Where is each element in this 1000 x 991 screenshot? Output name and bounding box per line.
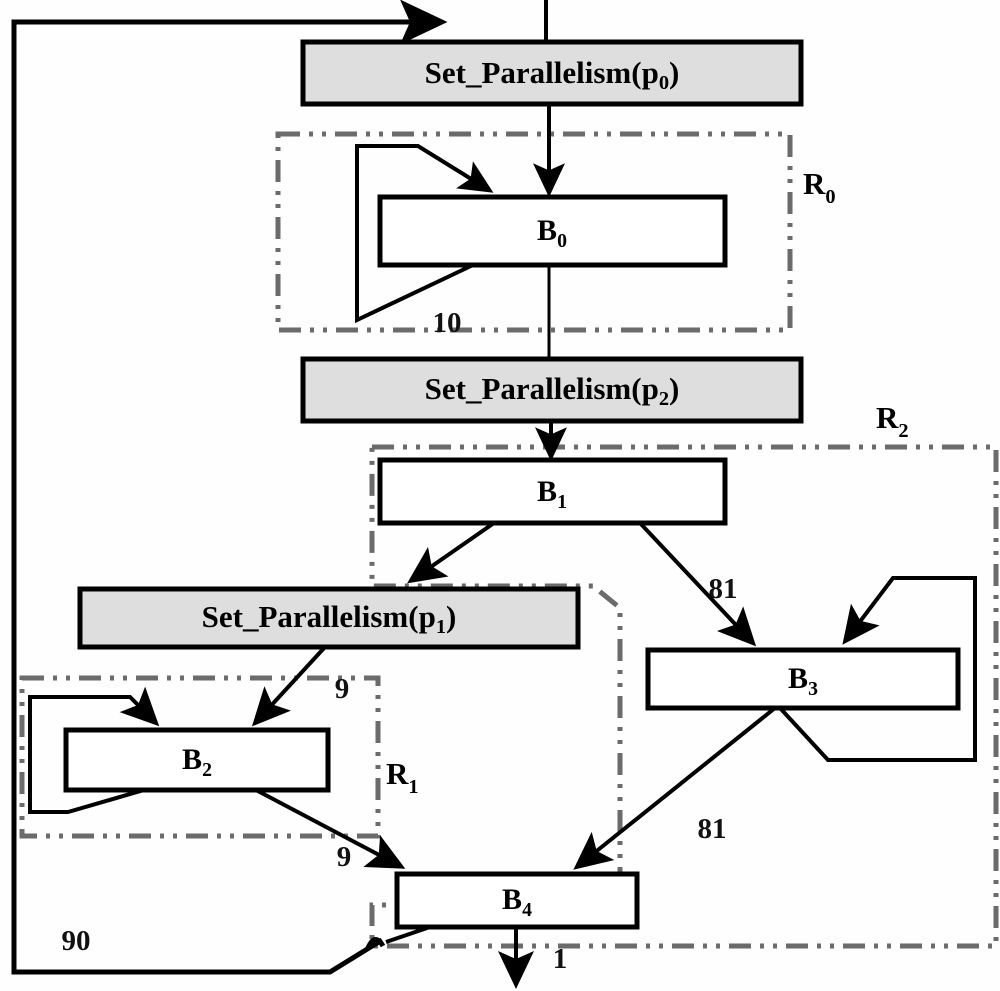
edge-b3-b4 (573, 706, 777, 870)
node-sp0-sub: 0 (659, 72, 669, 94)
node-block-b3[interactable]: B3 (645, 647, 961, 711)
edge-label-b1-b3: 81 (709, 573, 738, 605)
node-block-b1[interactable]: B1 (377, 457, 728, 526)
edge-label-b0-self: 10 (433, 307, 462, 339)
region-label-R0: R0 (803, 166, 836, 208)
node-sp0-label: Set_Parallelism(p (425, 55, 659, 90)
node-sp1-label: Set_Parallelism(p (202, 599, 436, 634)
svg-text:Set_Parallelism(p2): Set_Parallelism(p2) (425, 371, 680, 410)
node-b2-label: B (182, 743, 202, 776)
node-b3-sub: 3 (808, 678, 818, 700)
node-set-parallelism-p0[interactable]: Set_Parallelism(p0) (300, 39, 804, 107)
edge-b2-b4 (255, 788, 406, 869)
node-set-parallelism-p2[interactable]: Set_Parallelism(p2) (300, 356, 804, 424)
node-block-b0[interactable]: B0 (377, 194, 728, 268)
node-sp2-label: Set_Parallelism(p (425, 371, 659, 406)
edge-sp1-b2 (251, 645, 327, 727)
node-b3-label: B (788, 662, 808, 695)
flow-graph-svg: Set_Parallelism(p0) B0 Set_Parallelism(p… (11, 0, 999, 989)
node-b1-sub: 1 (557, 491, 567, 513)
node-b4-label: B (502, 883, 522, 916)
region-label-R1: R1 (386, 756, 419, 798)
edge-label-b2-b4: 9 (337, 841, 352, 873)
region-label-R2: R2 (876, 400, 909, 442)
svg-text:Set_Parallelism(p0): Set_Parallelism(p0) (425, 55, 680, 94)
node-sp0-tail: ) (669, 55, 679, 90)
node-set-parallelism-p1[interactable]: Set_Parallelism(p1) (77, 586, 581, 650)
node-b0-label: B (537, 214, 557, 247)
edge-label-back-edge: 90 (62, 925, 91, 957)
node-sp1-tail: ) (446, 599, 456, 634)
back-edge-90 (11, 0, 448, 975)
node-sp2-sub: 2 (659, 388, 669, 410)
svg-text:Set_Parallelism(p1): Set_Parallelism(p1) (202, 599, 457, 638)
node-b0-sub: 0 (557, 230, 567, 252)
edge-label-b3-b4: 81 (698, 813, 727, 845)
node-b1-label: B (537, 475, 557, 508)
node-block-b2[interactable]: B2 (63, 727, 331, 793)
node-b2-sub: 2 (202, 759, 212, 781)
node-block-b4[interactable]: B4 (394, 871, 640, 930)
diagram-canvas: Set_Parallelism(p0) B0 Set_Parallelism(p… (0, 0, 1000, 991)
edge-label-b4-exit: 1 (553, 943, 568, 975)
edge-b1-sp1 (407, 521, 496, 584)
node-b4-sub: 4 (522, 899, 532, 921)
node-sp1-sub: 1 (436, 616, 446, 638)
node-sp2-tail: ) (669, 371, 679, 406)
edge-label-sp1-b2: 9 (335, 673, 350, 705)
